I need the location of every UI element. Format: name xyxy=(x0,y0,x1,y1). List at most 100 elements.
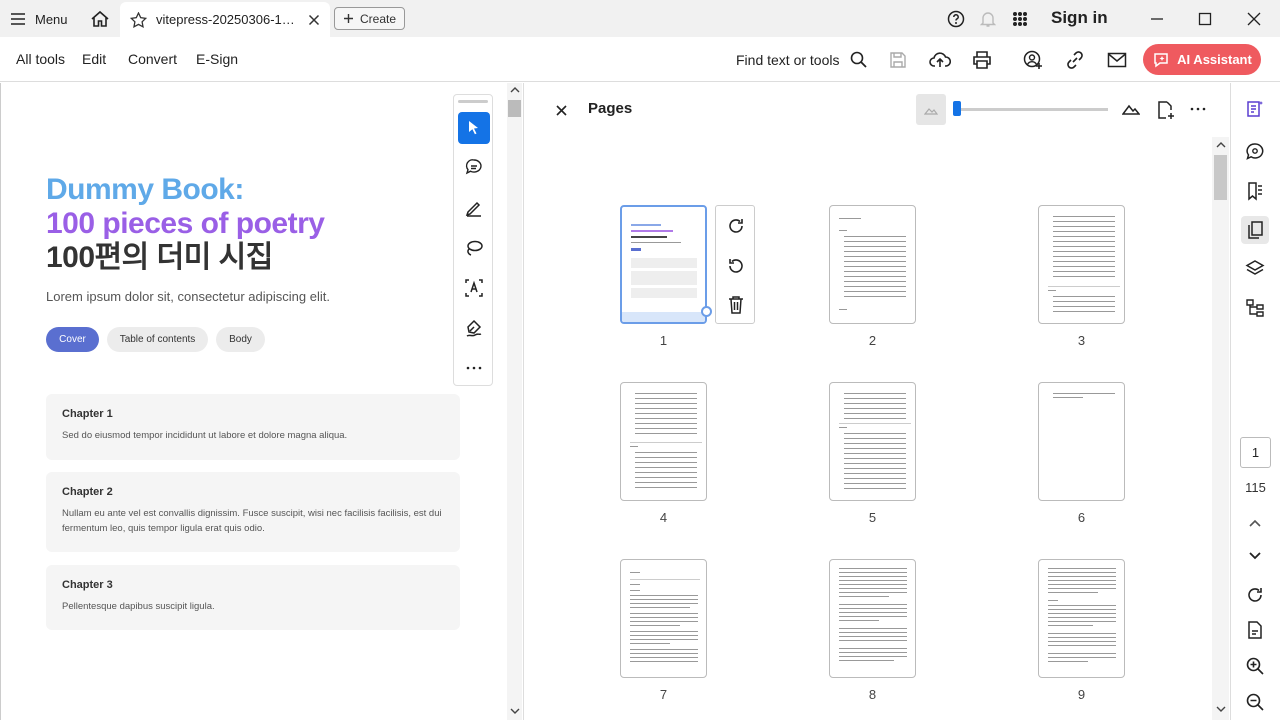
comment-tool[interactable] xyxy=(458,152,490,184)
layers-icon xyxy=(1245,259,1265,279)
apps-button[interactable] xyxy=(1008,6,1032,32)
scroll-down-icon[interactable] xyxy=(509,707,520,715)
page-thumbnail-2[interactable] xyxy=(829,205,916,324)
ai-summary-button[interactable] xyxy=(1241,95,1269,123)
delete-page-button[interactable] xyxy=(724,293,748,317)
thumbnail-size-slider[interactable] xyxy=(956,108,1108,111)
pill-table-of-contents[interactable]: Table of contents xyxy=(107,327,208,352)
menu-all-tools[interactable]: All tools xyxy=(16,51,65,67)
layers-button[interactable] xyxy=(1241,255,1269,283)
apps-grid-icon xyxy=(1012,11,1028,27)
sign-tool[interactable] xyxy=(458,312,490,344)
minimize-button[interactable] xyxy=(1144,6,1170,32)
pages-icon xyxy=(1245,220,1265,240)
document-scrollbar[interactable] xyxy=(507,83,522,720)
rotate-counterclockwise-button[interactable] xyxy=(724,254,748,278)
structure-button[interactable] xyxy=(1241,294,1269,322)
add-user-icon xyxy=(1023,50,1043,70)
comments-panel-button[interactable] xyxy=(1241,138,1269,166)
zoom-out-button[interactable] xyxy=(1241,688,1269,716)
rotate-clockwise-icon xyxy=(726,216,746,236)
scroll-up-icon[interactable] xyxy=(509,86,520,94)
page-number-label: 5 xyxy=(868,510,877,525)
insert-page-button[interactable] xyxy=(1153,98,1177,122)
star-icon[interactable] xyxy=(130,11,147,28)
previous-page-button[interactable] xyxy=(1241,509,1269,537)
current-page-input[interactable]: 1 xyxy=(1240,437,1271,468)
cursor-arrow-icon xyxy=(465,119,483,137)
close-window-button[interactable] xyxy=(1241,6,1267,32)
pages-panel-button[interactable] xyxy=(1241,216,1269,244)
upload-button[interactable] xyxy=(927,47,953,73)
page-thumbnail-4[interactable] xyxy=(620,382,707,501)
create-button[interactable]: Create xyxy=(334,7,405,30)
close-pages-button[interactable] xyxy=(552,101,570,119)
notifications-button[interactable] xyxy=(976,6,1000,32)
thumbnail-zoom-in-button[interactable] xyxy=(1120,98,1142,120)
minimize-icon xyxy=(1150,12,1164,26)
document-scroll-thumb[interactable] xyxy=(508,100,521,117)
select-tool[interactable] xyxy=(458,112,490,144)
refresh-button[interactable] xyxy=(1241,581,1269,609)
book-title-line-1: Dummy Book: xyxy=(46,173,244,206)
help-button[interactable] xyxy=(944,6,968,32)
zoom-in-button[interactable] xyxy=(1241,652,1269,680)
page-display-button[interactable] xyxy=(1241,616,1269,644)
highlight-tool[interactable] xyxy=(458,192,490,224)
book-title-line-3: 100편의 더미 시집 xyxy=(46,241,273,274)
menu-convert[interactable]: Convert xyxy=(128,51,177,67)
pages-more-options-button[interactable] xyxy=(1187,98,1209,120)
toolbox-grip[interactable] xyxy=(458,100,488,103)
pages-scroll-down-icon[interactable] xyxy=(1214,704,1227,714)
total-pages-label: 115 xyxy=(1245,480,1266,495)
more-tools-button[interactable] xyxy=(458,352,490,384)
save-button[interactable] xyxy=(885,47,911,73)
page-actions-toolbar xyxy=(715,205,755,324)
home-button[interactable] xyxy=(86,6,114,32)
page-thumbnail-1[interactable] xyxy=(620,205,707,324)
sign-in-button[interactable]: Sign in xyxy=(1051,8,1108,28)
thumbnail-resize-handle[interactable] xyxy=(701,306,712,317)
page-thumbnail-8[interactable] xyxy=(829,559,916,678)
pages-scroll-thumb[interactable] xyxy=(1214,155,1227,200)
pill-cover[interactable]: Cover xyxy=(46,327,99,352)
page-thumbnail-3[interactable] xyxy=(1038,205,1125,324)
mountain-small-icon xyxy=(924,105,938,115)
page-number-label: 2 xyxy=(868,333,877,348)
close-tab-icon[interactable] xyxy=(308,14,320,26)
maximize-button[interactable] xyxy=(1192,6,1218,32)
thumbnail-size-slider-knob[interactable] xyxy=(953,101,961,116)
mail-icon xyxy=(1107,52,1127,68)
bookmarks-button[interactable] xyxy=(1241,177,1269,205)
trash-icon xyxy=(727,295,745,315)
page-thumbnail-5[interactable] xyxy=(829,382,916,501)
page-thumbnail-9[interactable] xyxy=(1038,559,1125,678)
menu-button[interactable]: Menu xyxy=(10,8,68,30)
share-user-button[interactable] xyxy=(1020,47,1046,73)
chapter-text: Nullam eu ante vel est convallis digniss… xyxy=(62,508,442,534)
document-tab[interactable]: vitepress-20250306-103... xyxy=(120,2,330,37)
page-thumbnail-6[interactable] xyxy=(1038,382,1125,501)
menu-edit[interactable]: Edit xyxy=(82,51,106,67)
print-button[interactable] xyxy=(969,47,995,73)
book-title-line-2: 100 pieces of poetry xyxy=(46,207,325,240)
copy-link-button[interactable] xyxy=(1062,47,1088,73)
save-icon xyxy=(889,51,907,69)
email-button[interactable] xyxy=(1104,47,1130,73)
tab-title: vitepress-20250306-103... xyxy=(156,12,299,27)
find-label: Find text or tools xyxy=(736,51,840,68)
rotate-clockwise-button[interactable] xyxy=(724,214,748,238)
lasso-icon xyxy=(464,238,484,258)
menu-e-sign[interactable]: E-Sign xyxy=(196,51,238,67)
next-page-button[interactable] xyxy=(1241,542,1269,570)
text-select-tool[interactable] xyxy=(458,272,490,304)
thumbnail-zoom-out-button[interactable] xyxy=(916,94,946,125)
draw-tool[interactable] xyxy=(458,232,490,264)
ai-assistant-button[interactable]: AI Assistant xyxy=(1143,44,1261,75)
find-text-or-tools[interactable]: Find text or tools xyxy=(736,51,867,68)
pages-scrollbar[interactable] xyxy=(1212,137,1229,720)
pill-body[interactable]: Body xyxy=(216,327,265,352)
page-thumbnail-7[interactable] xyxy=(620,559,707,678)
chevron-down-icon xyxy=(1249,552,1261,560)
pages-scroll-up-icon[interactable] xyxy=(1214,140,1227,150)
